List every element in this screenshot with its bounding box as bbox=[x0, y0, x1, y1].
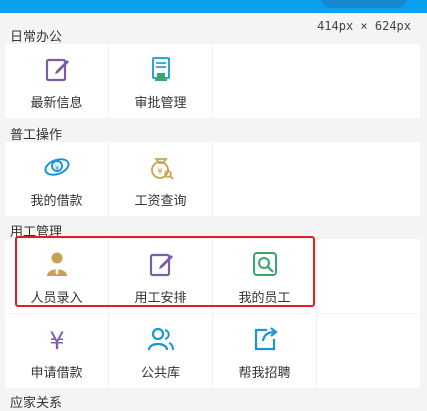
svg-text:¥: ¥ bbox=[54, 164, 59, 172]
tile-my-loans[interactable]: ¥ 我的借款 bbox=[5, 142, 108, 216]
divider bbox=[212, 44, 213, 118]
highlight-box bbox=[15, 236, 315, 307]
loan-icon: ¥ bbox=[43, 158, 70, 176]
tile-label: 申请借款 bbox=[30, 366, 83, 381]
tile-approval-management[interactable]: 审批管理 bbox=[109, 44, 212, 118]
top-bar bbox=[0, 0, 427, 13]
approval-document-icon bbox=[151, 57, 170, 81]
tile-latest-info[interactable]: 最新信息 bbox=[5, 44, 108, 118]
tile-apply-loan[interactable]: ¥ 申请借款 bbox=[5, 314, 108, 388]
dimension-readout: 414px × 624px bbox=[315, 19, 413, 33]
tile-label: 最新信息 bbox=[30, 96, 83, 111]
divider bbox=[108, 314, 109, 388]
tile-salary-query[interactable]: ¥ 工资查询 bbox=[109, 142, 212, 216]
tile-empty bbox=[213, 142, 316, 216]
tile-help-recruit[interactable]: 帮我招聘 bbox=[213, 314, 316, 388]
section-row-daily-office: 最新信息 审批管理 bbox=[5, 44, 420, 118]
tile-label: 工资查询 bbox=[134, 194, 187, 209]
section-row-worker-operations: ¥ 我的借款 ¥ 工资查询 bbox=[5, 142, 420, 216]
divider bbox=[212, 142, 213, 216]
section-title-cut-off: 应家关系 bbox=[10, 396, 63, 411]
tile-empty bbox=[213, 44, 316, 118]
tile-public-library[interactable]: 公共库 bbox=[109, 314, 212, 388]
edit-note-icon bbox=[45, 58, 69, 82]
tile-label: 我的借款 bbox=[30, 194, 83, 209]
share-icon bbox=[254, 327, 278, 351]
divider bbox=[212, 314, 213, 388]
svg-text:¥: ¥ bbox=[49, 327, 64, 354]
section-row-labor-management-2: ¥ 申请借款 公共库 帮我招聘 bbox=[5, 314, 420, 388]
tile-empty bbox=[317, 142, 420, 216]
tile-label: 审批管理 bbox=[134, 96, 187, 111]
divider bbox=[108, 44, 109, 118]
tile-empty bbox=[317, 44, 420, 118]
people-icon bbox=[147, 327, 174, 351]
svg-text:¥: ¥ bbox=[157, 167, 163, 177]
tile-empty bbox=[317, 314, 420, 388]
divider bbox=[316, 239, 317, 313]
divider bbox=[108, 142, 109, 216]
divider bbox=[316, 314, 317, 388]
tile-empty bbox=[317, 239, 420, 313]
tile-label: 公共库 bbox=[140, 366, 180, 381]
section-title-daily-office: 日常办公 bbox=[10, 30, 63, 45]
salary-query-icon: ¥ bbox=[150, 158, 174, 180]
section-title-worker-operations: 普工操作 bbox=[10, 128, 63, 143]
tile-label: 帮我招聘 bbox=[238, 366, 291, 381]
yen-icon: ¥ bbox=[49, 327, 64, 354]
top-bar-button[interactable] bbox=[321, 0, 407, 8]
